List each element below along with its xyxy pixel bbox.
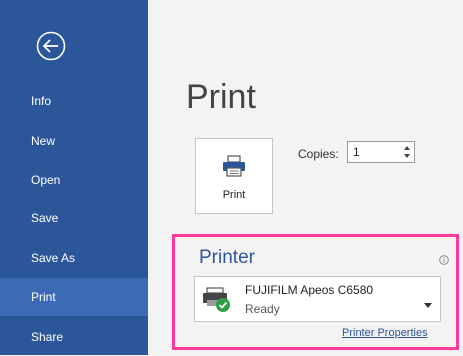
- copies-label: Copies:: [298, 147, 339, 161]
- printer-ready-icon: [201, 286, 233, 319]
- printer-dropdown[interactable]: FUJIFILM Apeos C6580 Ready: [194, 276, 441, 322]
- copies-value: 1: [353, 145, 360, 159]
- print-pane: Print Print Copies: 1 Printer FUJIFILM A…: [148, 0, 463, 355]
- page-title: Print: [186, 78, 256, 116]
- stepper-down-icon: [404, 154, 410, 158]
- printer-section: Printer FUJIFILM Apeos C6580 Ready Print…: [172, 234, 459, 350]
- sidebar-item-print[interactable]: Print: [0, 278, 148, 316]
- sidebar-item-save-as[interactable]: Save As: [0, 239, 148, 277]
- printer-icon: [222, 155, 246, 182]
- chevron-down-icon: [424, 296, 432, 314]
- copies-stepper[interactable]: [402, 143, 412, 161]
- info-icon[interactable]: [439, 252, 449, 270]
- back-button[interactable]: [36, 31, 66, 61]
- backstage-sidebar: Info New Open Save Save As Print Share: [0, 0, 148, 355]
- back-arrow-icon: [36, 31, 66, 61]
- sidebar-item-new[interactable]: New: [0, 122, 148, 160]
- stepper-up-icon: [404, 146, 410, 150]
- sidebar-item-save[interactable]: Save: [0, 199, 148, 237]
- sidebar-item-open[interactable]: Open: [0, 161, 148, 199]
- printer-properties-link[interactable]: Printer Properties: [342, 327, 428, 339]
- print-button[interactable]: Print: [195, 138, 273, 214]
- printer-name: FUJIFILM Apeos C6580: [245, 283, 374, 297]
- copies-input[interactable]: 1: [347, 141, 415, 163]
- printer-status: Ready: [245, 302, 280, 316]
- sidebar-item-share[interactable]: Share: [0, 318, 148, 356]
- sidebar-item-info[interactable]: Info: [0, 82, 148, 120]
- print-button-label: Print: [222, 189, 246, 201]
- printer-heading: Printer: [199, 247, 255, 268]
